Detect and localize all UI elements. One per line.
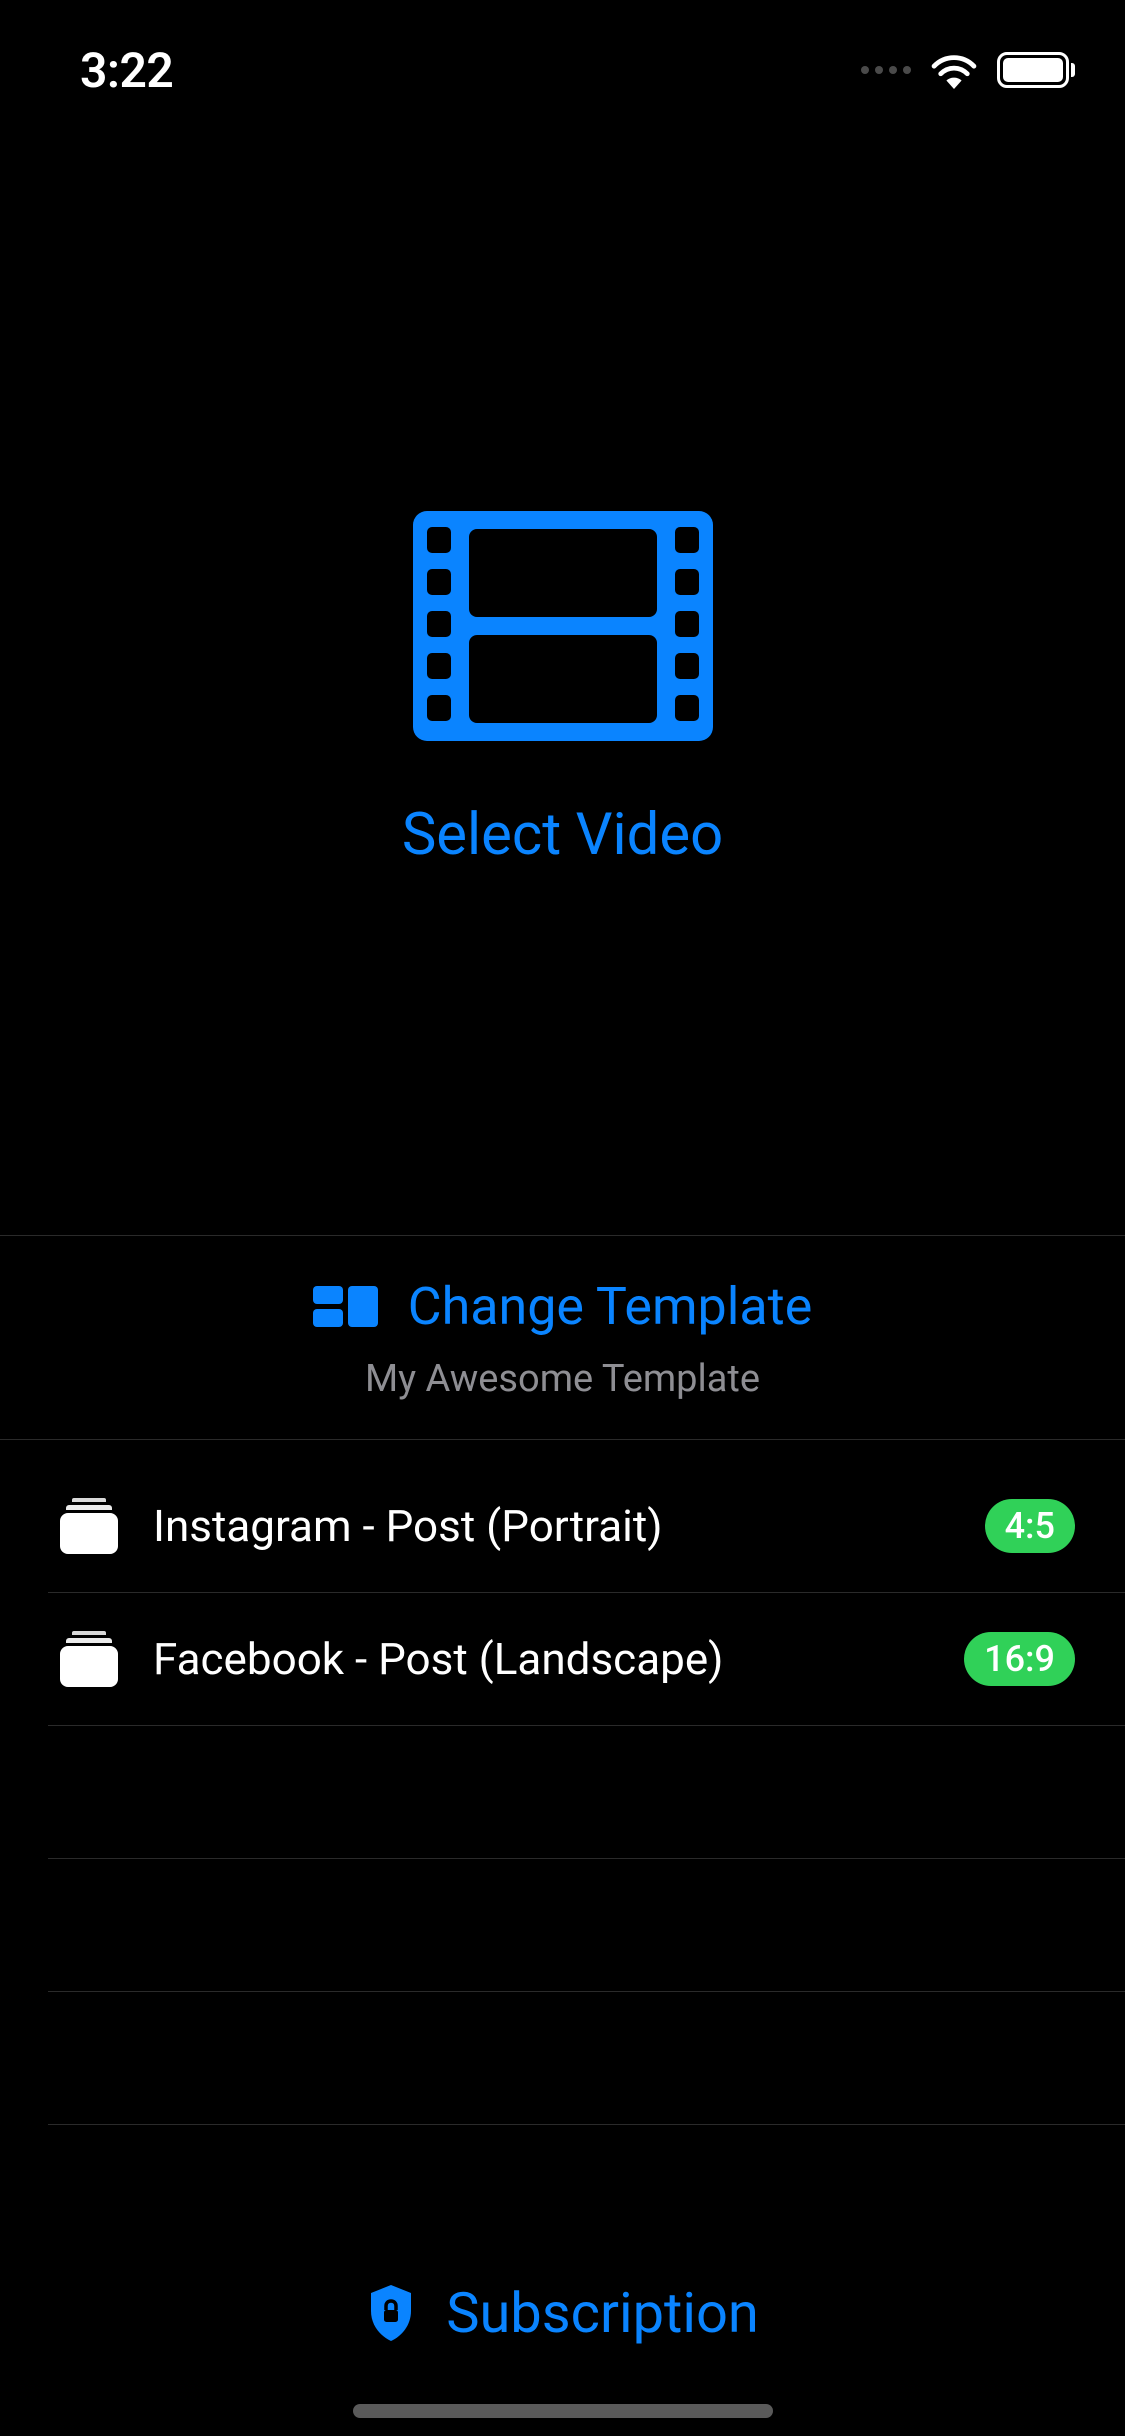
list-item-label: Instagram - Post (Portrait)	[153, 1500, 950, 1552]
film-icon	[413, 511, 713, 741]
aspect-ratio-badge: 4:5	[985, 1499, 1075, 1553]
status-bar: 3:22	[0, 0, 1125, 140]
template-output-list: Instagram - Post (Portrait) 4:5 Facebook…	[0, 1460, 1125, 2125]
lock-shield-icon	[366, 2283, 416, 2343]
status-time: 3:22	[80, 42, 173, 99]
battery-icon	[997, 52, 1075, 88]
current-template-name: My Awesome Template	[365, 1357, 760, 1401]
aspect-ratio-badge: 16:9	[964, 1632, 1075, 1686]
status-indicators	[861, 51, 1075, 89]
list-item[interactable]: Instagram - Post (Portrait) 4:5	[0, 1460, 1125, 1592]
template-grid-icon	[313, 1286, 378, 1327]
change-template-label: Change Template	[408, 1276, 813, 1337]
subscription-button[interactable]: Subscription	[0, 2280, 1125, 2346]
stack-icon	[60, 1498, 118, 1554]
empty-row	[0, 1726, 1125, 1858]
select-video-button[interactable]: Select Video	[0, 140, 1125, 1240]
list-item-label: Facebook - Post (Landscape)	[153, 1633, 929, 1685]
home-indicator[interactable]	[353, 2404, 773, 2418]
cellular-signal-icon	[861, 66, 911, 74]
change-template-button[interactable]: Change Template	[313, 1276, 813, 1337]
empty-row	[0, 1859, 1125, 1991]
subscription-label: Subscription	[446, 2280, 759, 2346]
stack-icon	[60, 1631, 118, 1687]
wifi-icon	[929, 51, 979, 89]
template-section: Change Template My Awesome Template	[0, 1235, 1125, 1440]
empty-row	[0, 1992, 1125, 2124]
select-video-label: Select Video	[402, 801, 723, 869]
list-item[interactable]: Facebook - Post (Landscape) 16:9	[0, 1593, 1125, 1725]
